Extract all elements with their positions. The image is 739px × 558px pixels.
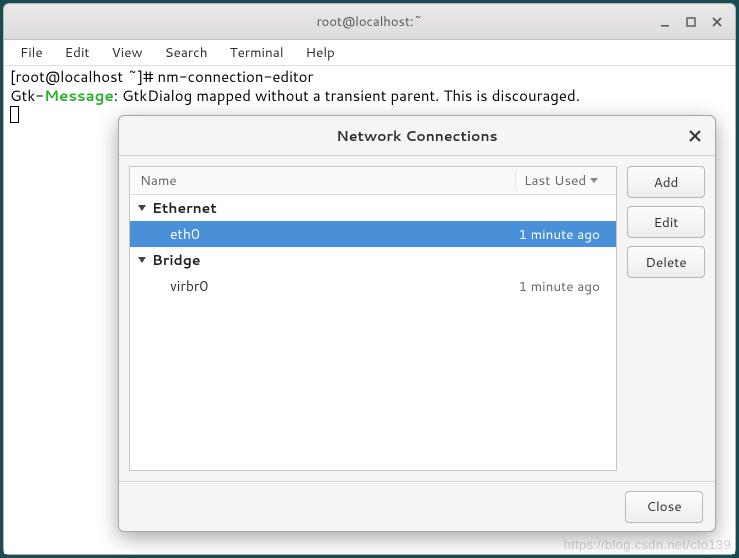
network-connections-dialog: Network Connections Name Last Used Ether… <box>118 115 716 532</box>
connections-list: Name Last Used Ethernet eth0 1 minute ag… <box>129 166 617 471</box>
menu-view[interactable]: View <box>102 40 153 65</box>
maximize-button[interactable] <box>679 10 703 34</box>
close-window-button[interactable] <box>705 10 729 34</box>
list-body: Ethernet eth0 1 minute ago Bridge virbr0… <box>130 195 616 470</box>
connection-last-used: 1 minute ago <box>498 225 608 244</box>
group-label: Bridge <box>152 250 201 270</box>
group-bridge[interactable]: Bridge <box>130 247 616 273</box>
connection-row-virbr0[interactable]: virbr0 1 minute ago <box>130 273 616 299</box>
terminal-title: root@localhost:~ <box>317 13 423 31</box>
menu-edit[interactable]: Edit <box>55 40 100 65</box>
minimize-button[interactable] <box>653 10 677 34</box>
column-name[interactable]: Name <box>130 171 516 190</box>
gtk-msg-rest: : GtkDialog mapped without a transient p… <box>114 85 580 106</box>
menu-terminal[interactable]: Terminal <box>220 40 294 65</box>
connection-row-eth0[interactable]: eth0 1 minute ago <box>130 221 616 247</box>
gtk-msg-prefix: Gtk- <box>10 85 44 106</box>
list-header: Name Last Used <box>130 167 616 195</box>
add-button[interactable]: Add <box>627 166 705 198</box>
dialog-titlebar: Network Connections <box>119 116 715 156</box>
connection-name: virbr0 <box>170 276 498 296</box>
connection-name: eth0 <box>170 224 498 244</box>
dialog-footer: Close <box>119 481 715 531</box>
dialog-title: Network Connections <box>336 126 497 146</box>
edit-button[interactable]: Edit <box>627 206 705 238</box>
chevron-down-icon <box>138 205 146 211</box>
group-ethernet[interactable]: Ethernet <box>130 195 616 221</box>
terminal-titlebar: root@localhost:~ <box>4 4 735 40</box>
dialog-close-button[interactable] <box>681 122 709 150</box>
watermark: https://blog.csdn.net/cto139 <box>564 537 731 552</box>
menubar: File Edit View Search Terminal Help <box>4 40 735 66</box>
menu-search[interactable]: Search <box>155 40 218 65</box>
terminal-cursor <box>10 106 19 123</box>
column-last-used-label: Last Used <box>524 171 586 190</box>
dialog-body: Name Last Used Ethernet eth0 1 minute ag… <box>119 156 715 481</box>
sort-desc-icon <box>590 178 598 183</box>
connection-last-used: 1 minute ago <box>498 277 608 296</box>
gtk-msg-highlight: Message <box>44 85 114 106</box>
menu-help[interactable]: Help <box>296 40 345 65</box>
column-last-used[interactable]: Last Used <box>516 171 616 190</box>
delete-button[interactable]: Delete <box>627 246 705 278</box>
menu-file[interactable]: File <box>10 40 53 65</box>
dialog-side-buttons: Add Edit Delete <box>627 166 705 471</box>
close-button[interactable]: Close <box>625 491 703 523</box>
close-icon <box>688 129 702 143</box>
group-label: Ethernet <box>152 198 217 218</box>
chevron-down-icon <box>138 257 146 263</box>
